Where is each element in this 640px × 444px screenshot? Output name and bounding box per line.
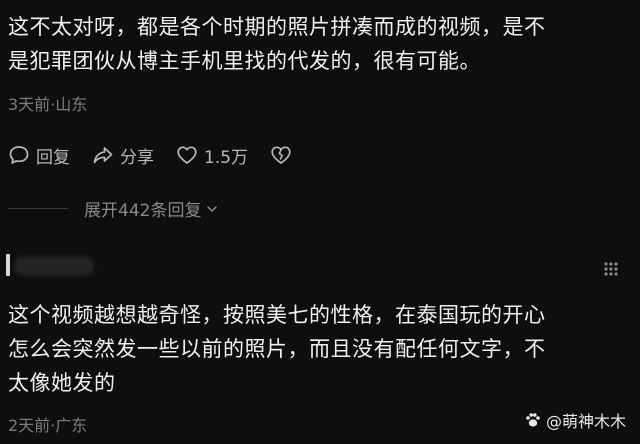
reply-button[interactable]: 回复 [8,143,70,168]
heart-icon [177,146,197,164]
comment-2-meta: 2天前·广东 [8,416,88,435]
watermark-text: @萌神木木 [545,412,626,431]
username-blurred[interactable] [14,256,94,276]
comment-2-text-line-1: 这个视频越想越奇怪，按照美七的性格，在泰国玩的开心 [8,303,546,327]
more-dots-icon[interactable] [602,260,620,278]
divider-line [8,208,68,209]
share-button[interactable]: 分享 [92,143,154,168]
comment-2-header [0,252,640,282]
comment-1-text-line-2: 是犯罪团伙从博主手机里找的代发的，很有可能。 [8,49,481,73]
reply-label: 回复 [36,147,70,168]
comment-2-text-line-3: 太像她发的 [8,371,116,395]
dislike-button[interactable] [270,144,298,166]
comment-1-meta: 3天前·山东 [8,95,88,114]
like-count: 1.5万 [204,147,249,168]
watermark: @萌神木木 [524,408,626,432]
share-label: 分享 [120,147,154,168]
comment-2-text: 这个视频越想越奇怪，按照美七的性格，在泰国玩的开心 怎么会突然发一些以前的照片，… [8,298,628,400]
paw-logo-icon [526,413,540,427]
expand-replies-button[interactable]: 展开442条回复 [84,196,219,221]
share-arrow-icon [93,147,113,164]
comment-bubble-icon [9,146,29,164]
like-button[interactable]: 1.5万 [176,143,248,168]
comment-1-text: 这不太对呀，都是各个时期的照片拼凑而成的视频，是不 是犯罪团伙从博主手机里找的代… [8,10,628,78]
replies-expander: 展开442条回复 [0,196,640,222]
chevron-down-icon [207,205,218,212]
comment-1-actions: 回复 分享 1.5万 [8,140,320,170]
comment-2-text-line-2: 怎么会突然发一些以前的照片，而且没有配任何文字，不 [8,337,546,361]
comment-1-text-line-1: 这不太对呀，都是各个时期的照片拼凑而成的视频，是不 [8,15,546,39]
expand-replies-label: 展开442条回复 [84,201,202,221]
broken-heart-icon [271,146,291,164]
avatar[interactable] [6,254,10,276]
